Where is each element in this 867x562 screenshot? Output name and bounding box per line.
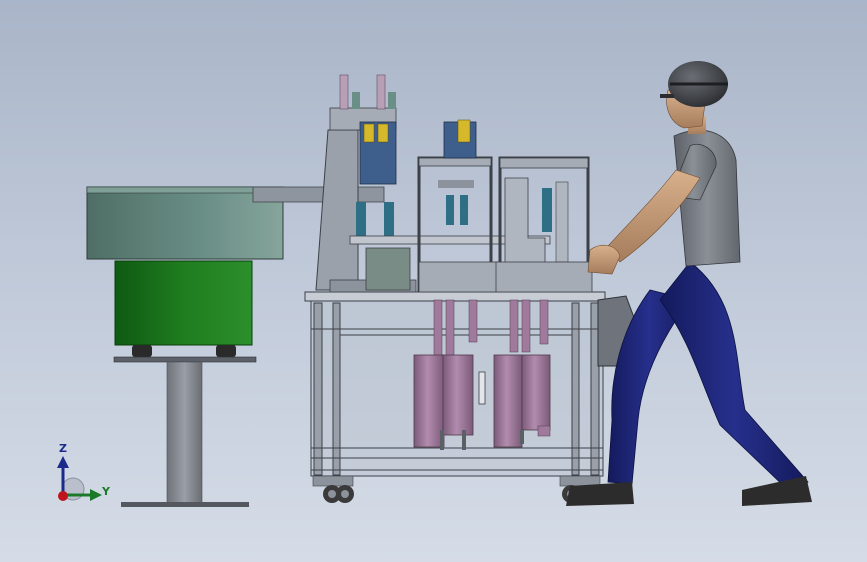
- machine-table-top: [304, 291, 606, 302]
- worker-hand: [587, 244, 621, 275]
- worker-leg-front: [659, 261, 809, 493]
- worker-shoe-front: [742, 476, 812, 506]
- feeder-support-post: [166, 361, 203, 505]
- feeder-drive-base: [114, 260, 253, 346]
- feeder-foot-left: [132, 345, 152, 357]
- feeder-mount-plate: [113, 356, 257, 363]
- worker-shoe-rear: [566, 482, 634, 506]
- station-3-press[interactable]: [495, 156, 593, 293]
- y-axis-label: Y: [102, 485, 110, 498]
- feed-rail-plate: [252, 186, 385, 203]
- coordinate-triad: [57, 456, 102, 501]
- z-axis-arrow-icon: [57, 456, 69, 468]
- assembly-scene[interactable]: [0, 0, 867, 562]
- cabinet-door-handle[interactable]: [478, 371, 486, 405]
- station-1-block: [365, 247, 411, 291]
- safety-glasses-icon: [660, 94, 674, 98]
- x-axis-dot-icon: [58, 491, 68, 501]
- cad-viewport[interactable]: Z Y: [0, 0, 867, 562]
- vibratory-feeder[interactable]: [86, 186, 284, 507]
- linear-feed-rail[interactable]: [252, 186, 385, 203]
- station-2-press[interactable]: [417, 119, 500, 293]
- cylinder-4: [521, 354, 551, 431]
- z-axis-label: Z: [59, 442, 67, 455]
- station-1-press[interactable]: [315, 74, 417, 293]
- y-axis-arrow-icon: [90, 489, 102, 501]
- cylinder-3: [493, 354, 523, 448]
- feeder-floor-plate: [121, 502, 249, 507]
- assembly-machine[interactable]: [304, 74, 647, 503]
- cylinder-2: [442, 354, 474, 436]
- cylinder-1: [413, 354, 445, 448]
- feeder-foot-right: [216, 345, 236, 357]
- station-1-column: [315, 129, 359, 291]
- caster-wheels: [312, 475, 601, 503]
